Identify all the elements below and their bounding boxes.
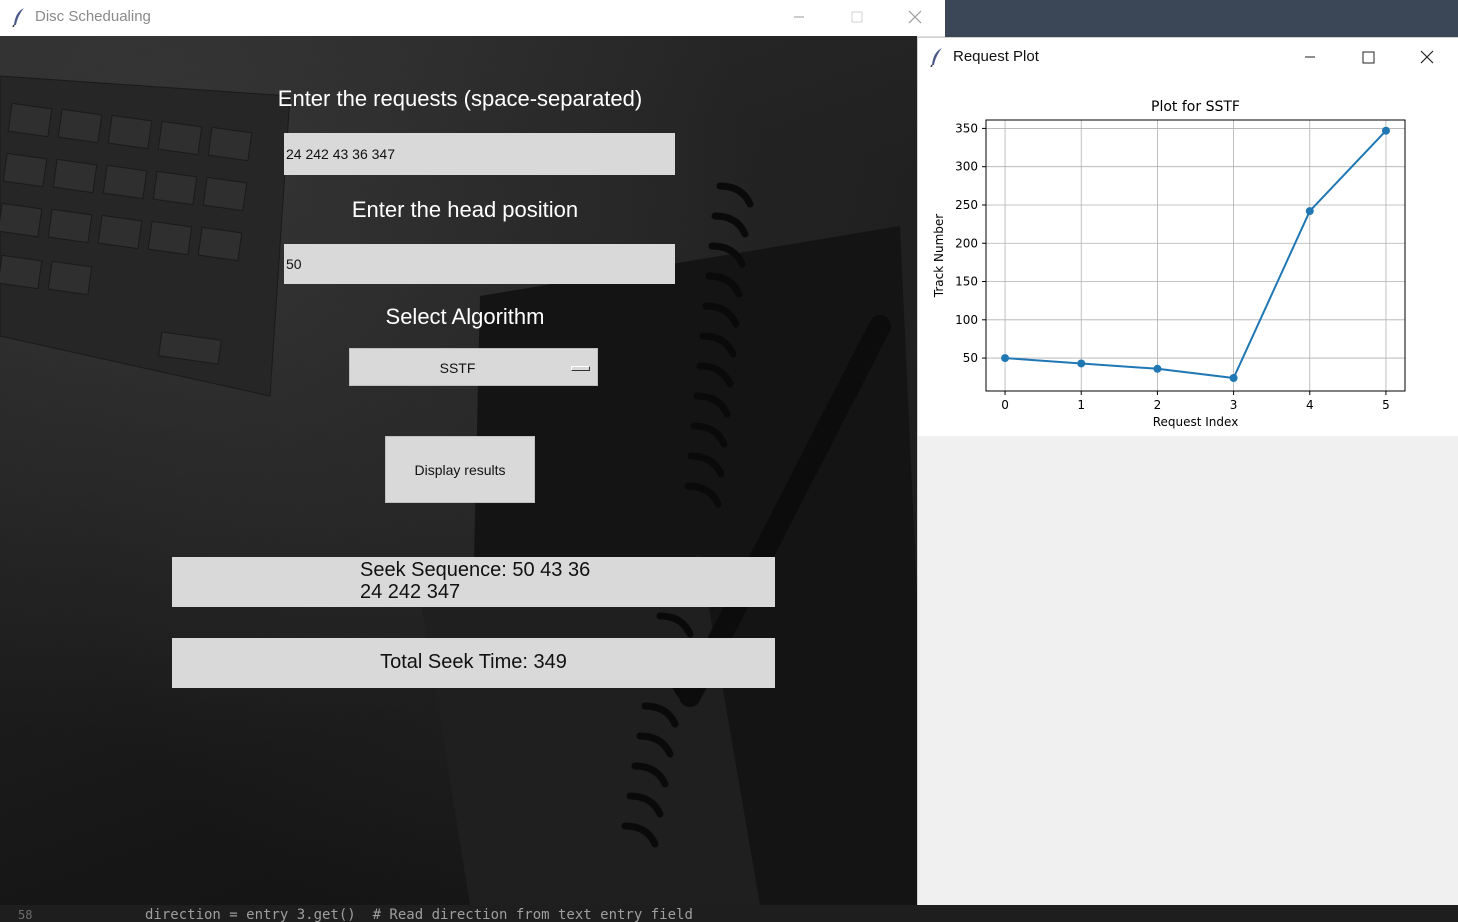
data-point (1001, 354, 1010, 363)
x-tick-label: 0 (1001, 398, 1009, 412)
plot-maximize-icon[interactable] (1339, 38, 1397, 76)
data-point (1077, 359, 1086, 368)
head-position-label: Enter the head position (351, 197, 579, 222)
x-tick-label: 5 (1382, 398, 1390, 412)
maximize-icon[interactable] (834, 0, 880, 34)
minimize-icon[interactable] (776, 0, 822, 34)
head-position-input[interactable] (284, 244, 675, 284)
close-icon[interactable] (892, 0, 938, 34)
x-tick-label: 1 (1077, 398, 1085, 412)
algorithm-selected-value: SSTF (439, 360, 476, 376)
desktop-background (945, 0, 1458, 40)
plot-feather-icon (930, 47, 944, 72)
series-line (1004, 130, 1387, 380)
total-seek-time-output: Total Seek Time: 349 (172, 638, 775, 688)
requests-label: Enter the requests (space-separated) (277, 86, 643, 111)
data-point (1381, 126, 1390, 135)
seek-sequence-line-1: Seek Sequence: 50 43 36 (360, 559, 591, 581)
algorithm-select[interactable]: SSTF (349, 348, 598, 386)
chart-title: Plot for SSTF (1151, 99, 1240, 115)
plot-frame (985, 119, 1406, 392)
plot-minimize-icon[interactable] (1281, 38, 1339, 76)
plot-window-title: Request Plot (953, 48, 1039, 65)
y-tick-label: 350 (955, 121, 978, 135)
plot-figure: 0 1 2 3 4 5 50 100 150 200 250 300 350 Plot for SSTF R… (918, 76, 1458, 436)
plot-titlebar: Request Plot (918, 38, 1458, 76)
requests-input[interactable] (284, 133, 675, 175)
main-content: Enter the requests (space-separated) Ent… (0, 36, 917, 905)
plot-window: Request Plot 0 1 2 3 4 5 50 100 150 200 250 300 350 P… (917, 37, 1458, 906)
seek-sequence-line-2: 24 242 347 (360, 581, 461, 603)
main-window: Disc Schedualing Enter the requests (spa… (0, 0, 945, 905)
data-point (1153, 364, 1162, 373)
y-tick-label: 200 (955, 236, 978, 250)
editor-code-line: direction = entry_3.get() # Read directi… (145, 907, 693, 922)
y-tick-label: 300 (955, 160, 978, 174)
app-feather-icon (12, 7, 26, 32)
data-point (1229, 373, 1238, 382)
dropdown-indicator-icon (571, 366, 590, 371)
y-tick-label: 50 (963, 351, 978, 365)
main-window-title: Disc Schedualing (35, 8, 151, 25)
editor-background-strip: 58 direction = entry_3.get() # Read dire… (0, 905, 1458, 922)
total-seek-time-text: Total Seek Time: 349 (380, 651, 567, 673)
line-chart: 0 1 2 3 4 5 50 100 150 200 250 300 350 Plot for SSTF R… (932, 99, 1406, 429)
x-tick-label: 4 (1306, 398, 1314, 412)
y-axis-label: Track Number (932, 214, 946, 298)
y-tick-label: 250 (955, 198, 978, 212)
plot-close-icon[interactable] (1398, 38, 1456, 76)
data-point (1305, 207, 1314, 216)
algorithm-label: Select Algorithm (385, 304, 545, 329)
main-titlebar: Disc Schedualing (0, 0, 945, 37)
display-results-button[interactable]: Display results (385, 436, 535, 503)
x-tick-label: 2 (1154, 398, 1162, 412)
seek-sequence-output: Seek Sequence: 50 43 36 24 242 347 (172, 557, 775, 607)
x-tick-label: 3 (1230, 398, 1238, 412)
y-tick-label: 100 (955, 313, 978, 327)
y-tick-label: 150 (955, 275, 978, 289)
editor-line-number: 58 (18, 908, 33, 922)
x-axis-label: Request Index (1153, 415, 1239, 429)
